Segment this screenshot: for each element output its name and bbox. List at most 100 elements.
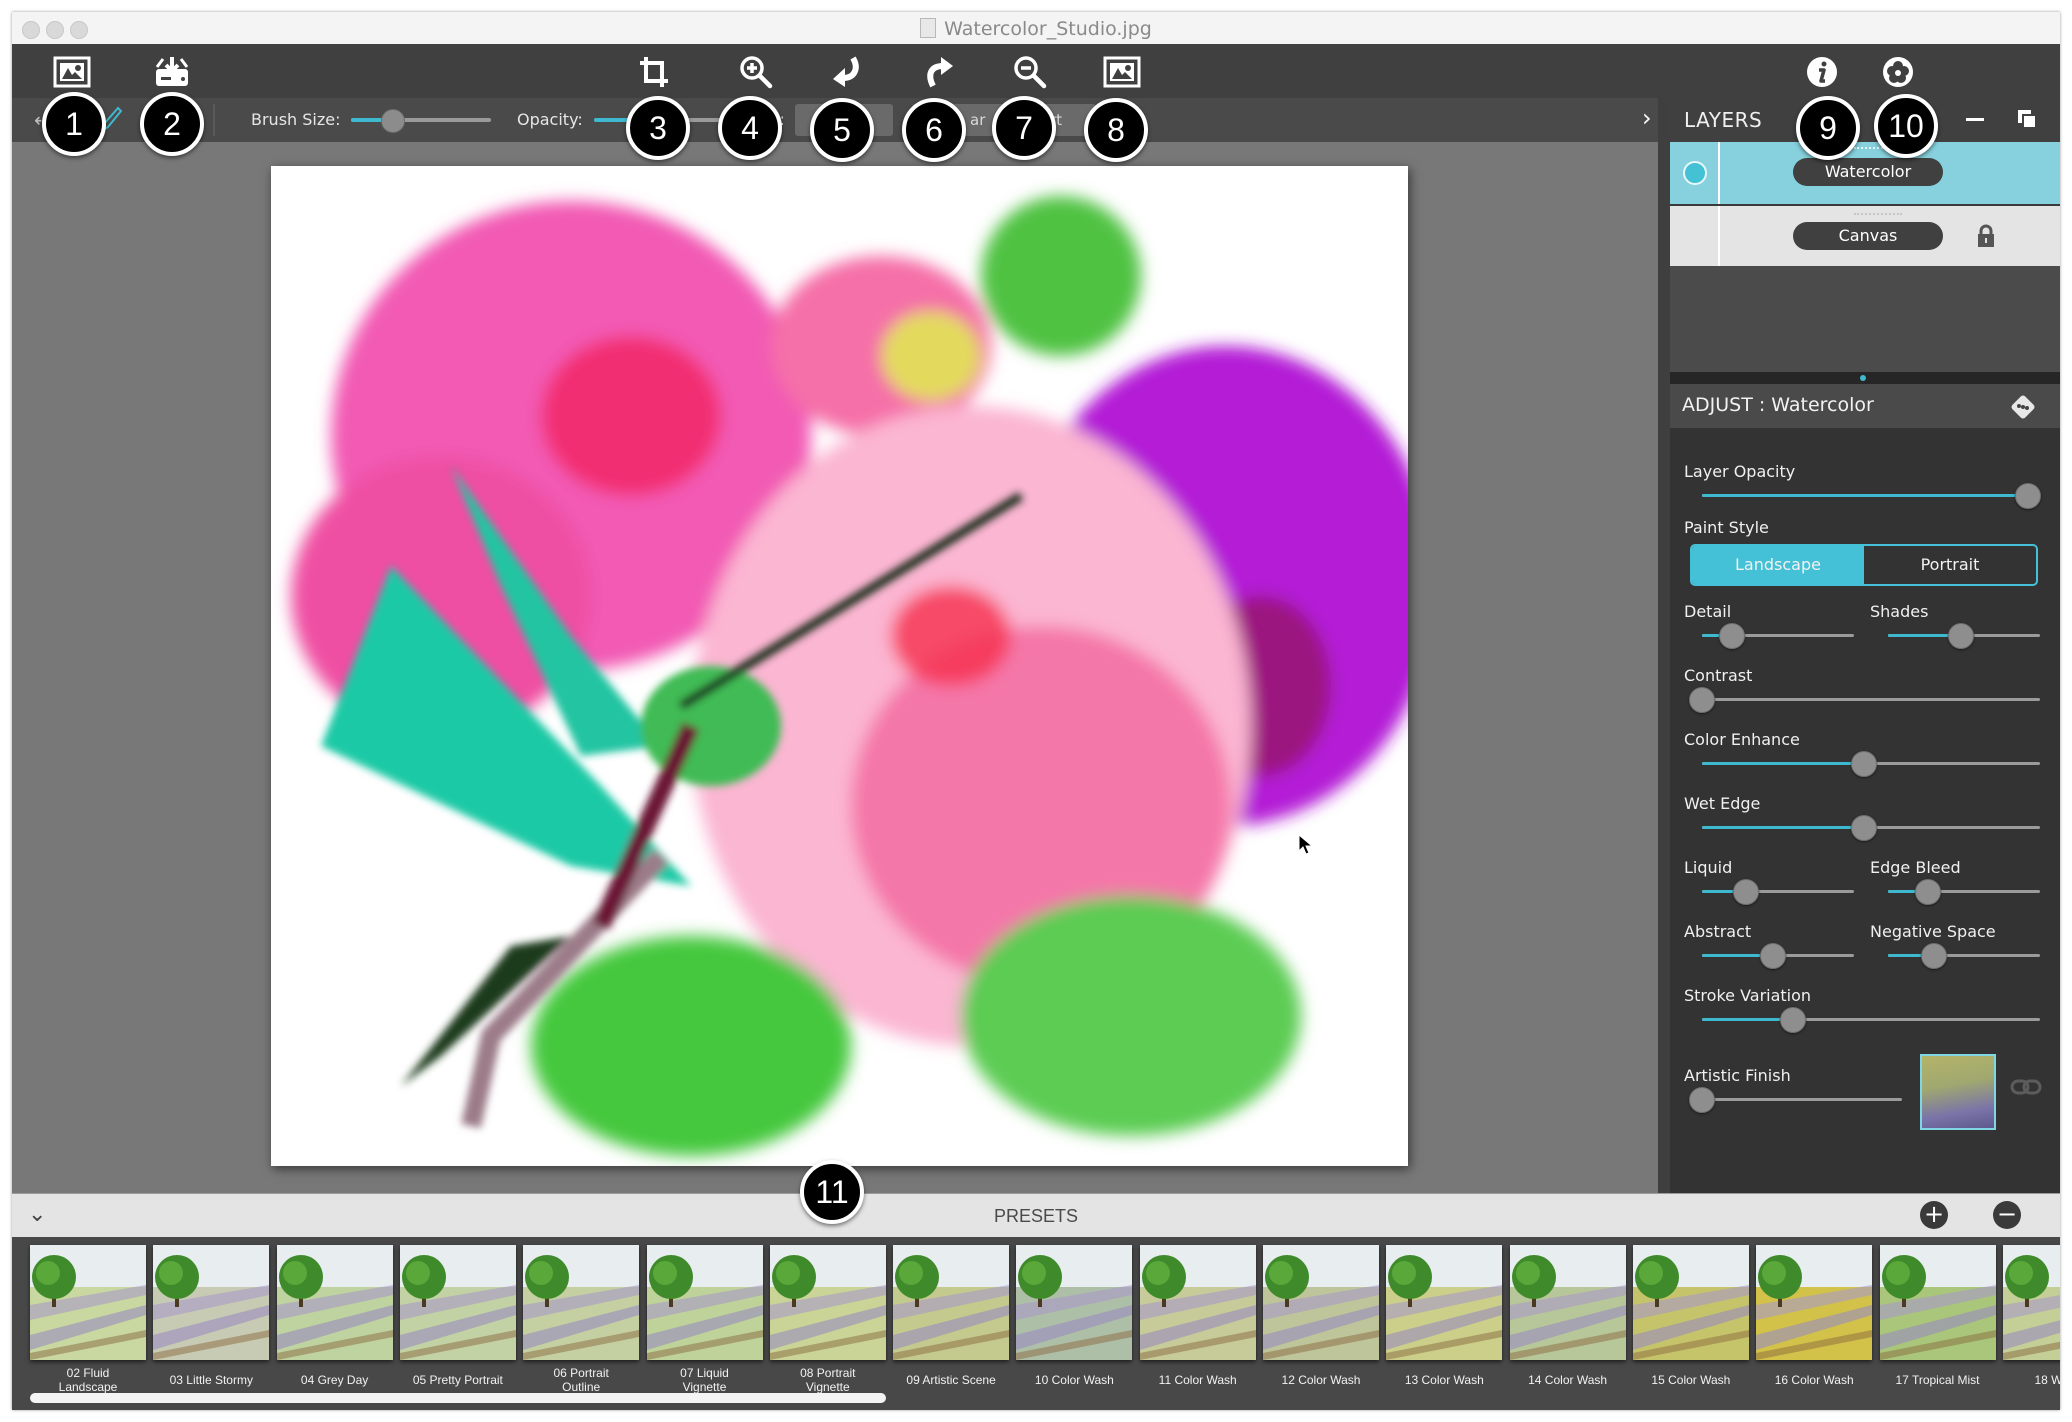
- preset-item[interactable]: 11 Color Wash: [1139, 1245, 1256, 1387]
- preset-thumbnail: [1016, 1245, 1133, 1360]
- landscape-thumbnail-image: [2002, 1245, 2060, 1360]
- preset-item[interactable]: 10 Color Wash: [1016, 1245, 1133, 1387]
- layer-opacity-slider[interactable]: [1702, 483, 2041, 509]
- preset-label: 02 Fluid Landscape: [58, 1366, 118, 1394]
- brush-size-slider[interactable]: [351, 109, 491, 133]
- preset-item[interactable]: 09 Artistic Scene: [893, 1245, 1010, 1387]
- compare-image-icon[interactable]: [1102, 52, 1142, 92]
- random-dice-icon[interactable]: [2010, 394, 2036, 424]
- crop-icon[interactable]: [634, 52, 674, 92]
- preset-item[interactable]: 17 Tropical Mist: [1879, 1245, 1996, 1387]
- remove-preset-button[interactable]: −: [1993, 1201, 2021, 1229]
- mouse-cursor-icon: [1298, 833, 1314, 860]
- shades-label: Shades: [1870, 602, 1929, 621]
- paint-style-landscape[interactable]: Landscape: [1692, 546, 1864, 584]
- presets-scrollbar[interactable]: [30, 1393, 886, 1403]
- layers-header: LAYERS: [1670, 98, 2060, 142]
- preset-label: 18 Wishin: [2034, 1373, 2060, 1387]
- stroke-variation-slider[interactable]: [1702, 1007, 2040, 1033]
- callout-marker-3: 3: [626, 96, 690, 160]
- landscape-thumbnail-image: [1263, 1245, 1379, 1360]
- preset-item[interactable]: 15 Color Wash: [1632, 1245, 1749, 1387]
- remove-layer-icon[interactable]: [1966, 118, 1984, 121]
- landscape-thumbnail-image: [399, 1245, 516, 1360]
- open-image-icon[interactable]: [52, 52, 92, 92]
- artistic-finish-texture-swatch[interactable]: [1920, 1054, 1996, 1130]
- presets-strip: 02 Fluid Landscape 03 Little Stormy 04 Gre…: [12, 1237, 2060, 1410]
- liquid-slider[interactable]: [1702, 879, 1854, 905]
- layer-name-watercolor[interactable]: Watercolor: [1793, 158, 1943, 186]
- preset-thumbnail: [276, 1245, 393, 1360]
- landscape-thumbnail-image: [1386, 1245, 1503, 1360]
- callout-marker-7: 7: [992, 96, 1056, 160]
- paint-style-label: Paint Style: [1684, 518, 1769, 537]
- preset-item[interactable]: 18 Wishin: [2002, 1245, 2060, 1387]
- drag-handle[interactable]: [1854, 213, 1902, 215]
- preset-label: 13 Color Wash: [1404, 1373, 1484, 1387]
- preset-thumbnail: [523, 1245, 640, 1360]
- layer-visibility[interactable]: [1670, 206, 1720, 268]
- layer-row-canvas[interactable]: Canvas: [1670, 204, 2060, 268]
- color-enhance-slider[interactable]: [1702, 751, 2040, 777]
- right-panel: LAYERS Watercolor Canvas ADJUST : Waterc…: [1670, 98, 2060, 1193]
- preset-item[interactable]: 12 Color Wash: [1263, 1245, 1379, 1387]
- liquid-label: Liquid: [1684, 858, 1733, 877]
- chevron-right-icon[interactable]: ›: [1642, 104, 1652, 132]
- contrast-slider[interactable]: [1689, 687, 2040, 713]
- zoom-in-icon[interactable]: [736, 52, 776, 92]
- abstract-slider[interactable]: [1702, 943, 1854, 969]
- preset-item[interactable]: 06 Portrait Outline: [523, 1245, 640, 1394]
- undo-icon[interactable]: [826, 52, 866, 92]
- adjust-title: ADJUST : Watercolor: [1682, 394, 1874, 416]
- panel-resize-handle[interactable]: [1670, 372, 2060, 384]
- preset-thumbnail: [1386, 1245, 1503, 1360]
- negative-space-slider[interactable]: [1888, 943, 2040, 969]
- info-icon[interactable]: [1802, 52, 1842, 92]
- zoom-out-icon[interactable]: [1010, 52, 1050, 92]
- layer-row-watercolor[interactable]: Watercolor: [1670, 142, 2060, 204]
- preset-label: 03 Little Stormy: [169, 1373, 253, 1387]
- duplicate-layer-icon[interactable]: [2016, 108, 2038, 134]
- preset-item[interactable]: 05 Pretty Portrait: [399, 1245, 516, 1387]
- window-title: Watercolor_Studio.jpg: [12, 18, 2060, 40]
- presets-header: ⌄ PRESETS + −: [12, 1193, 2060, 1238]
- watercolor-artwork[interactable]: [271, 166, 1408, 1166]
- callout-marker-9: 9: [1796, 96, 1860, 160]
- preset-thumbnail: [30, 1245, 146, 1360]
- landscape-thumbnail-image: [1879, 1245, 1996, 1360]
- artistic-finish-slider[interactable]: [1689, 1087, 1902, 1113]
- detail-slider[interactable]: [1702, 623, 1854, 649]
- preset-item[interactable]: 13 Color Wash: [1386, 1245, 1503, 1387]
- callout-marker-4: 4: [718, 96, 782, 160]
- redo-icon[interactable]: [920, 52, 960, 92]
- layer-name-canvas[interactable]: Canvas: [1793, 222, 1943, 250]
- preset-thumbnail: [1756, 1245, 1873, 1360]
- landscape-thumbnail-image: [769, 1245, 886, 1360]
- edge-bleed-slider[interactable]: [1888, 879, 2040, 905]
- layers-title: LAYERS: [1684, 108, 1763, 132]
- settings-flower-icon[interactable]: [1878, 52, 1918, 92]
- preset-item[interactable]: 07 Liquid Vignette: [646, 1245, 763, 1394]
- callout-marker-2: 2: [140, 92, 204, 156]
- preset-item[interactable]: 04 Grey Day: [276, 1245, 393, 1387]
- wet-edge-label: Wet Edge: [1684, 794, 1761, 813]
- abstract-label: Abstract: [1684, 922, 1752, 941]
- preset-item[interactable]: 03 Little Stormy: [153, 1245, 270, 1387]
- add-preset-button[interactable]: +: [1920, 1201, 1948, 1229]
- edge-bleed-label: Edge Bleed: [1870, 858, 1961, 877]
- landscape-thumbnail-image: [646, 1245, 763, 1360]
- shades-slider[interactable]: [1888, 623, 2040, 649]
- preset-label: 17 Tropical Mist: [1895, 1373, 1980, 1387]
- canvas-workspace: [12, 142, 1658, 1193]
- preset-item[interactable]: 16 Color Wash: [1756, 1245, 1873, 1387]
- preset-item[interactable]: 08 Portrait Vignette: [769, 1245, 886, 1394]
- preset-label: 10 Color Wash: [1034, 1373, 1114, 1387]
- preset-item[interactable]: 14 Color Wash: [1509, 1245, 1626, 1387]
- save-icon[interactable]: [152, 52, 192, 92]
- paint-style-portrait[interactable]: Portrait: [1864, 546, 2036, 584]
- layer-visibility[interactable]: [1670, 142, 1720, 204]
- link-icon[interactable]: [2010, 1078, 2042, 1100]
- preset-thumbnail: [769, 1245, 886, 1360]
- wet-edge-slider[interactable]: [1702, 815, 2040, 841]
- preset-item[interactable]: 02 Fluid Landscape: [30, 1245, 146, 1394]
